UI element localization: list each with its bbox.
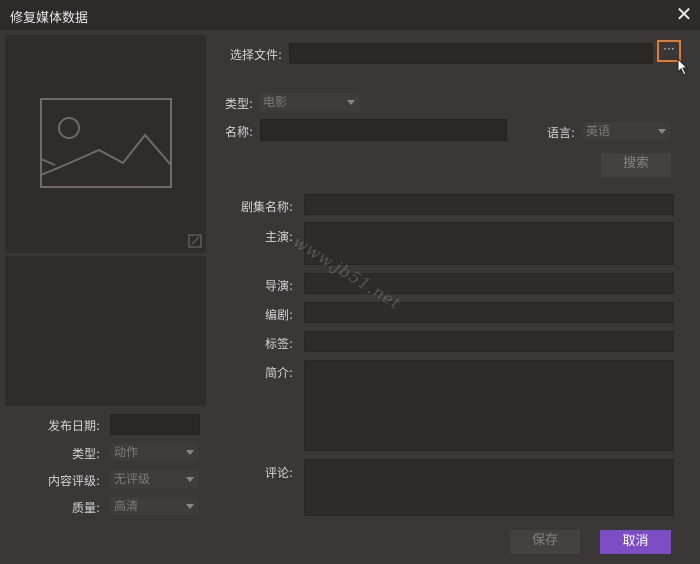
chevron-down-icon [186,477,194,482]
quality-value: 高清 [114,499,139,513]
comment-label: 评论: [264,466,293,480]
search-type-select[interactable]: 电影 [259,92,360,112]
quality-label: 质量: [71,501,100,515]
writer-label: 编剧: [264,308,293,322]
file-path-input[interactable] [289,43,653,64]
quality-select[interactable]: 高清 [110,496,199,516]
content-rating-label: 内容评级: [47,474,100,488]
search-name-label: 名称: [224,125,253,139]
language-value: 英语 [586,124,611,138]
cancel-button[interactable]: 取消 [600,530,671,554]
cast-input[interactable] [304,222,674,265]
language-select[interactable]: 英语 [582,121,671,141]
content-rating-select[interactable]: 无评级 [110,469,199,489]
writer-input[interactable] [304,302,674,323]
search-type-label: 类型: [224,97,253,111]
mouse-cursor-icon [677,58,689,76]
poster-panel[interactable] [5,35,206,253]
summary-textarea[interactable] [304,360,674,451]
genre-value: 动作 [114,445,139,459]
content-rating-value: 无评级 [114,472,151,486]
title-bar [0,0,700,30]
search-name-input[interactable] [260,119,507,141]
cast-label: 主演: [264,230,293,244]
chevron-down-icon [186,504,194,509]
window-title: 修复媒体数据 [10,11,89,26]
edit-icon[interactable] [188,234,202,248]
save-button[interactable]: 保存 [510,530,580,554]
chevron-down-icon [186,450,194,455]
series-name-label: 剧集名称: [240,200,293,214]
select-file-label: 选择文件: [229,48,282,62]
release-date-field[interactable] [110,414,200,435]
director-label: 导演: [264,279,293,293]
close-icon[interactable]: ✕ [673,3,695,25]
series-name-input[interactable] [304,194,674,215]
image-placeholder-icon [40,98,172,188]
genre-select[interactable]: 动作 [110,442,199,462]
search-button[interactable]: 搜索 [601,153,671,177]
tags-label: 标签: [264,337,293,351]
release-date-label: 发布日期: [47,419,100,433]
summary-label: 简介: [264,366,293,380]
chevron-down-icon [658,129,666,134]
chevron-down-icon [347,100,355,105]
comment-textarea[interactable] [304,459,674,516]
tags-input[interactable] [304,331,674,352]
backdrop-panel[interactable] [5,256,206,406]
genre-label: 类型: [71,447,100,461]
search-type-value: 电影 [263,95,288,109]
language-label: 语言: [546,126,575,140]
